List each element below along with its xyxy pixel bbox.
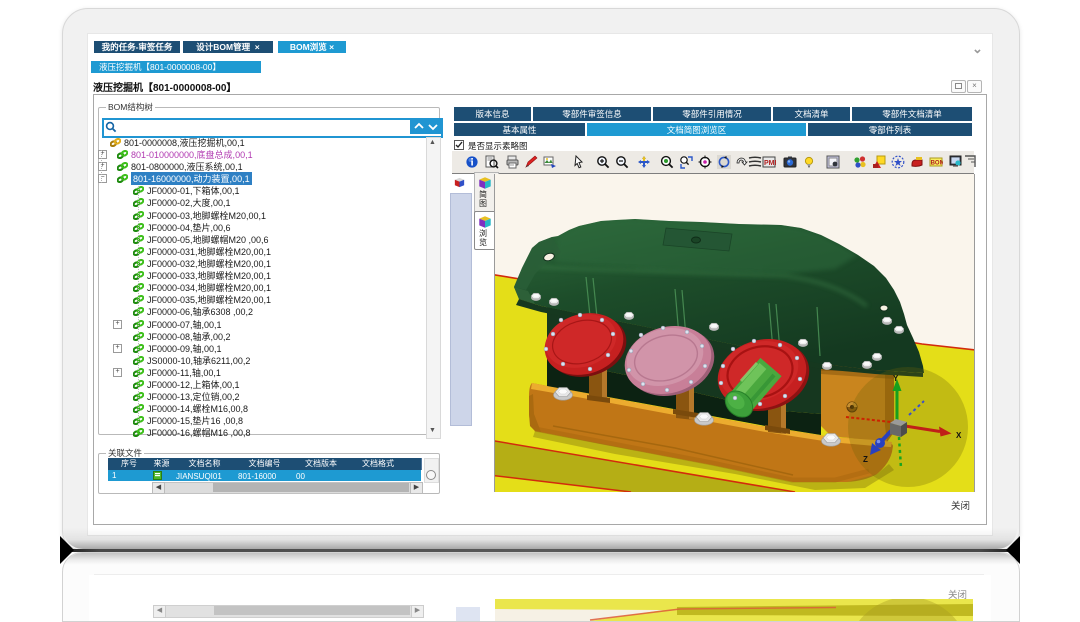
svg-text:BOM: BOM <box>931 161 943 167</box>
svg-text:PMI: PMI <box>764 160 776 167</box>
svg-text:Z: Z <box>863 455 868 464</box>
svg-text:Y: Y <box>893 374 899 383</box>
svg-text:X: X <box>956 431 962 440</box>
